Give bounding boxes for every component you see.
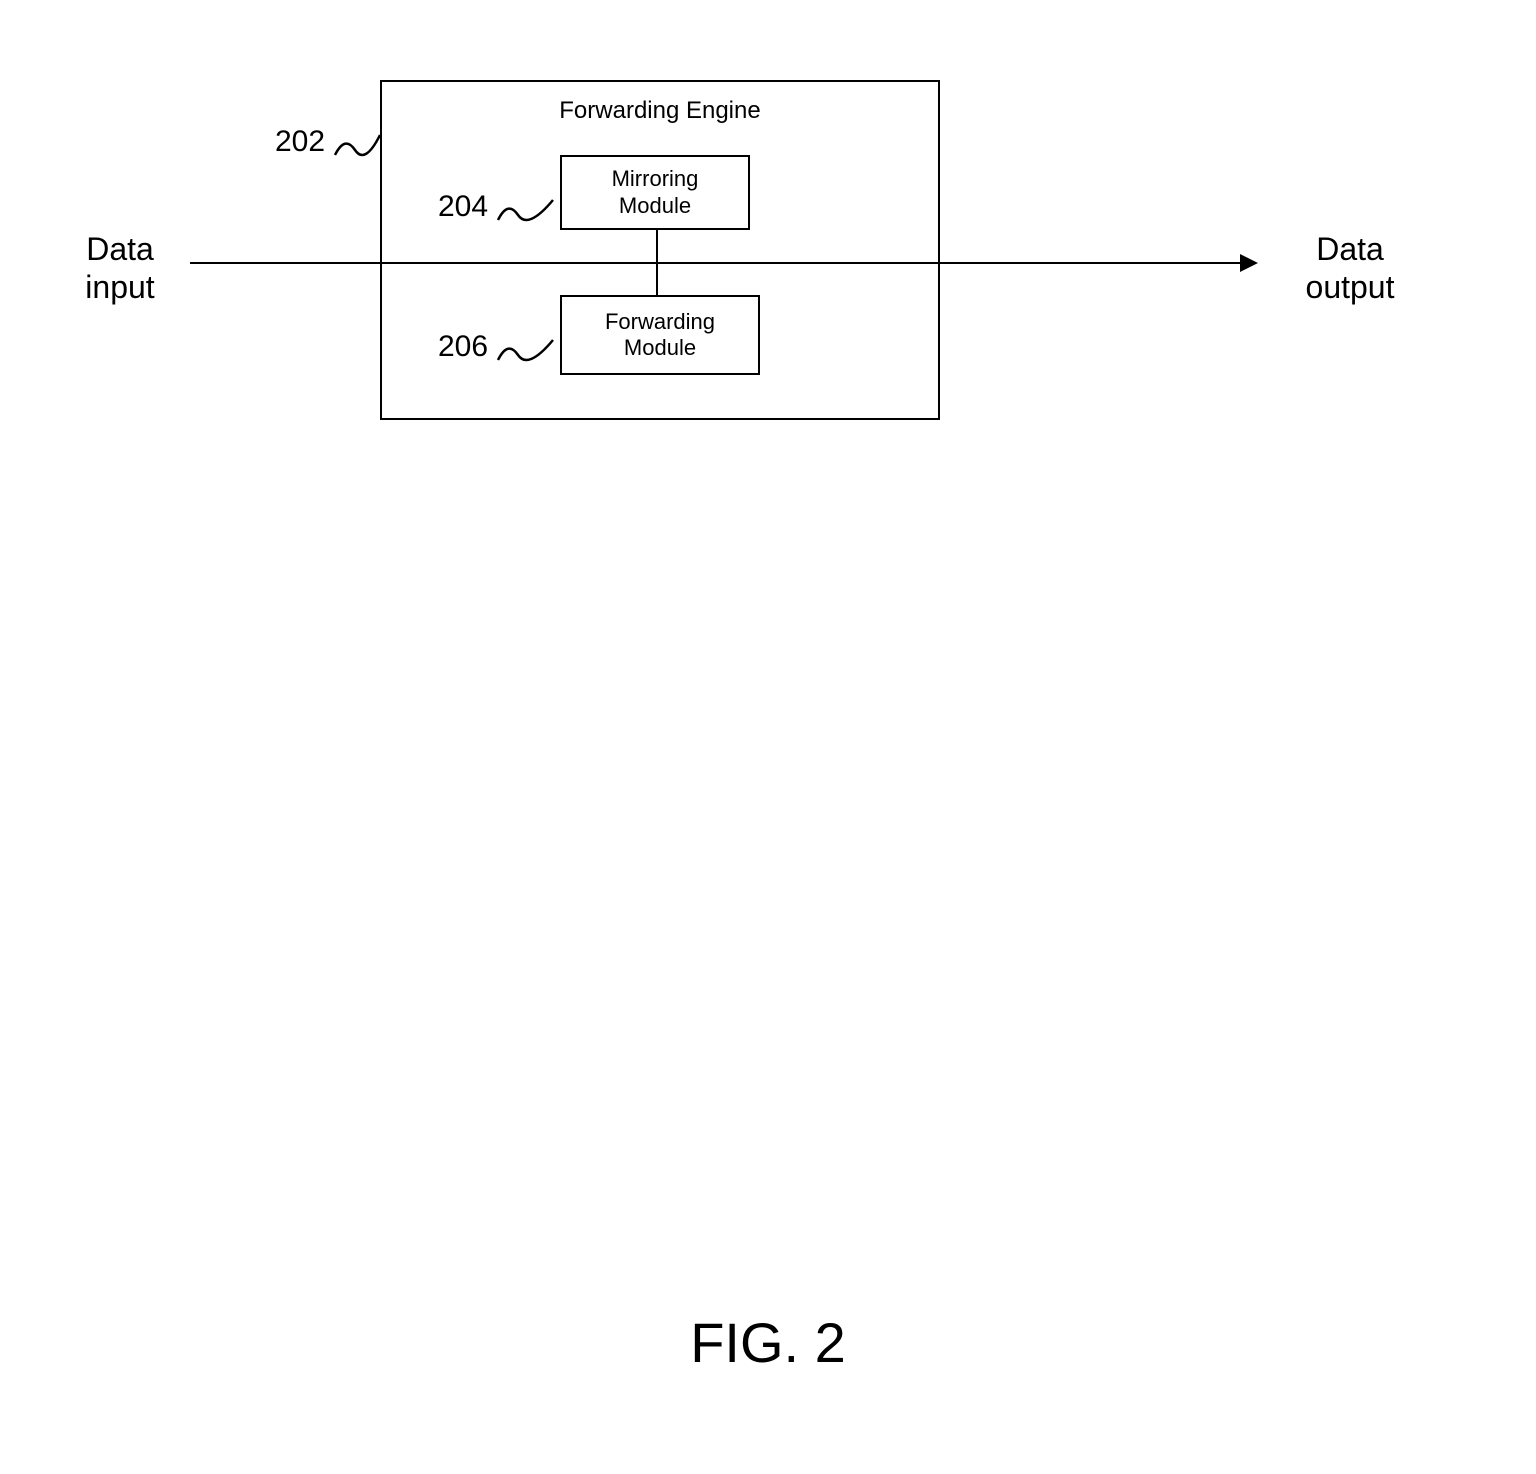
forwarding-engine-title: Forwarding Engine (382, 97, 938, 125)
reference-number-204: 204 (438, 190, 488, 224)
leader-line-204-icon (493, 195, 563, 240)
forwarding-module-label: Forwarding Module (605, 309, 715, 362)
forwarding-engine-diagram: Forwarding Engine Mirroring Module Forwa… (0, 40, 1536, 540)
reference-number-206: 206 (438, 330, 488, 364)
module-connector-line (656, 230, 658, 295)
leader-line-206-icon (493, 335, 563, 380)
data-flow-line (190, 262, 1240, 264)
reference-number-202: 202 (275, 125, 325, 159)
forwarding-module-box: Forwarding Module (560, 295, 760, 375)
mirroring-module-label: Mirroring Module (612, 166, 699, 219)
data-input-label: Data input (60, 230, 180, 307)
mirroring-module-box: Mirroring Module (560, 155, 750, 230)
leader-line-202-icon (330, 130, 390, 175)
figure-caption: FIG. 2 (0, 1310, 1536, 1375)
data-output-label: Data output (1280, 230, 1420, 307)
data-flow-arrowhead-icon (1240, 254, 1258, 272)
